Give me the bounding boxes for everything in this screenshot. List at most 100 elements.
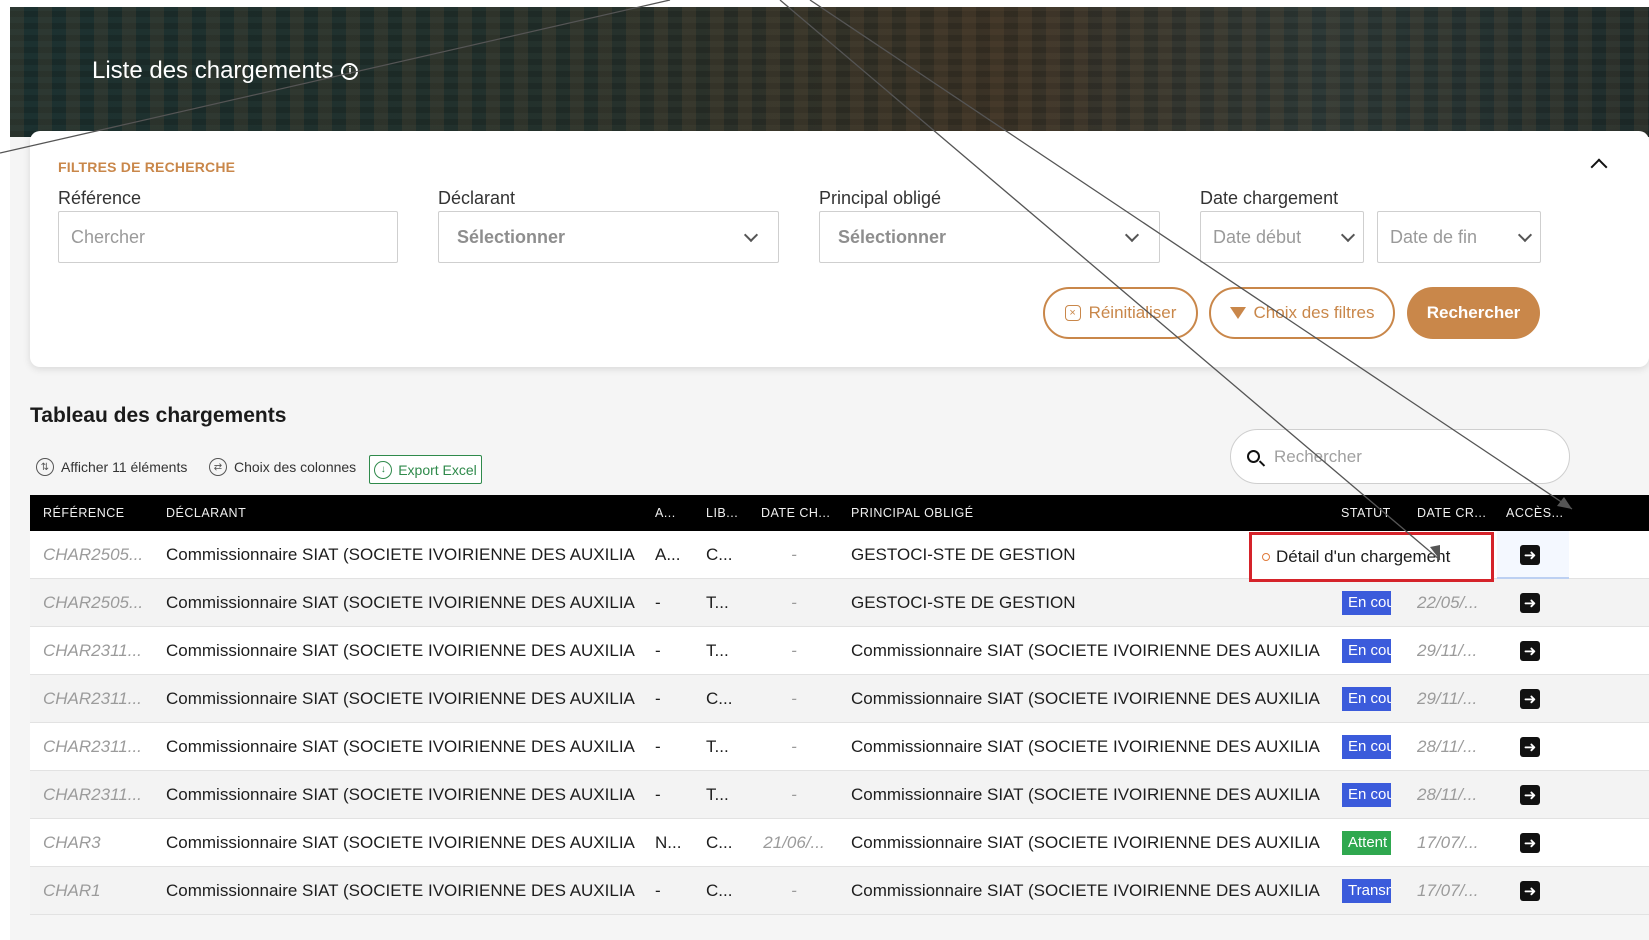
page-title: Liste des chargements i	[92, 57, 359, 85]
arrow-right-box-icon[interactable]: ➜	[1520, 785, 1540, 805]
cell-reference: CHAR2505...	[43, 593, 144, 612]
cell-principal: GESTOCI-STE DE GESTION	[851, 593, 1076, 612]
table-row[interactable]: CHAR2311... Commissionnaire SIAT (SOCIET…	[30, 723, 1649, 771]
columns-choice-button[interactable]: ⇄ Choix des colonnes	[209, 458, 356, 476]
table-row[interactable]: CHAR3 Commissionnaire SIAT (SOCIETE IVOI…	[30, 819, 1649, 867]
cell-libelle: T...	[706, 785, 729, 804]
arrow-right-box-icon[interactable]: ➜	[1520, 593, 1540, 613]
date-start-select[interactable]: Date début	[1200, 211, 1364, 263]
table-row[interactable]: CHAR1 Commissionnaire SIAT (SOCIETE IVOI…	[30, 867, 1649, 915]
sort-icon: ⇅	[36, 458, 54, 476]
cell-date-chargement: 21/06/...	[763, 833, 825, 852]
cell-date-chargement: -	[791, 545, 797, 564]
reset-icon: ×	[1064, 305, 1081, 321]
arrow-right-box-icon[interactable]: ➜	[1520, 545, 1540, 565]
cell-date-chargement: -	[791, 881, 797, 900]
cell-principal: Commissionnaire SIAT (SOCIETE IVOIRIENNE…	[851, 881, 1321, 900]
col-acces[interactable]: ACCÈS...	[1506, 506, 1564, 520]
cell-libelle: T...	[706, 737, 729, 756]
col-reference[interactable]: RÉFÉRENCE	[43, 506, 125, 520]
arrow-right-box-icon[interactable]: ➜	[1520, 833, 1540, 853]
status-badge: Attent	[1342, 831, 1391, 855]
cell-a: -	[655, 881, 661, 900]
download-icon: ↓	[374, 460, 393, 479]
col-declarant[interactable]: DÉCLARANT	[166, 506, 246, 520]
page: Liste des chargements i FILTRES DE RECHE…	[10, 7, 1649, 940]
cell-declarant: Commissionnaire SIAT (SOCIETE IVOIRIENNE…	[166, 881, 636, 900]
cell-date-chargement: -	[791, 689, 797, 708]
cell-declarant: Commissionnaire SIAT (SOCIETE IVOIRIENNE…	[166, 593, 636, 612]
table-row[interactable]: CHAR2505... Commissionnaire SIAT (SOCIET…	[30, 579, 1649, 627]
cell-libelle: T...	[706, 641, 729, 660]
table-row[interactable]: CHAR2311... Commissionnaire SIAT (SOCIET…	[30, 771, 1649, 819]
cell-libelle: C...	[706, 833, 733, 852]
status-badge: En cou	[1342, 687, 1391, 711]
table-header: RÉFÉRENCE DÉCLARANT A... LIB... DATE CH.…	[30, 495, 1649, 531]
date-label: Date chargement	[1200, 188, 1339, 208]
table-row[interactable]: CHAR2311... Commissionnaire SIAT (SOCIET…	[30, 627, 1649, 675]
col-libelle[interactable]: LIB...	[706, 506, 738, 520]
reference-input[interactable]: Chercher	[58, 211, 398, 263]
cell-date-chargement: -	[791, 785, 797, 804]
chevron-up-icon[interactable]	[1590, 158, 1608, 176]
status-badge: Transm	[1342, 879, 1391, 903]
cell-reference: CHAR2311...	[43, 689, 142, 708]
status-badge: En cou	[1342, 783, 1391, 807]
cell-principal: Commissionnaire SIAT (SOCIETE IVOIRIENNE…	[851, 641, 1321, 660]
arrow-right-box-icon[interactable]: ➜	[1520, 881, 1540, 901]
arrow-right-box-icon[interactable]: ➜	[1520, 689, 1540, 709]
cell-date-creation: 17/07/...	[1417, 833, 1479, 852]
col-statut[interactable]: STATUT	[1341, 506, 1391, 520]
cell-date-creation: 28/11/...	[1417, 737, 1478, 756]
cell-libelle: C...	[706, 689, 733, 708]
cell-reference: CHAR2505...	[43, 545, 144, 564]
col-principal[interactable]: PRINCIPAL OBLIGÉ	[851, 506, 974, 520]
status-badge: En cou	[1342, 639, 1391, 663]
cell-declarant: Commissionnaire SIAT (SOCIETE IVOIRIENNE…	[166, 833, 636, 852]
date-end-select[interactable]: Date de fin	[1377, 211, 1541, 263]
cell-declarant: Commissionnaire SIAT (SOCIETE IVOIRIENNE…	[166, 737, 636, 756]
cell-declarant: Commissionnaire SIAT (SOCIETE IVOIRIENNE…	[166, 689, 636, 708]
cell-date-chargement: -	[791, 737, 797, 756]
col-date-creation[interactable]: DATE CR...	[1417, 506, 1486, 520]
choose-filters-button[interactable]: Choix des filtres	[1209, 287, 1395, 339]
cell-principal: Commissionnaire SIAT (SOCIETE IVOIRIENNE…	[851, 785, 1321, 804]
cell-reference: CHAR1	[43, 881, 101, 900]
cell-a: A...	[655, 545, 681, 564]
info-icon[interactable]: i	[341, 62, 359, 80]
table-search-input[interactable]: Rechercher	[1230, 429, 1570, 484]
swap-icon: ⇄	[209, 458, 227, 476]
principal-select[interactable]: Sélectionner	[819, 211, 1160, 263]
cell-date-creation: 17/07/...	[1417, 881, 1479, 900]
cell-declarant: Commissionnaire SIAT (SOCIETE IVOIRIENNE…	[166, 545, 636, 564]
arrow-right-box-icon[interactable]: ➜	[1520, 737, 1540, 757]
arrow-right-box-icon[interactable]: ➜	[1520, 641, 1540, 661]
col-date-chargement[interactable]: DATE CH...	[761, 506, 830, 520]
col-a[interactable]: A...	[655, 506, 676, 520]
reset-button[interactable]: × Réinitialiser	[1043, 287, 1198, 339]
cell-reference: CHAR2311...	[43, 737, 142, 756]
principal-label: Principal obligé	[819, 188, 942, 208]
search-filters-panel: FILTRES DE RECHERCHE Référence Chercher …	[30, 131, 1649, 367]
table-row[interactable]: CHAR2311... Commissionnaire SIAT (SOCIET…	[30, 675, 1649, 723]
cell-reference: CHAR2311...	[43, 785, 142, 804]
cell-date-chargement: -	[791, 593, 797, 612]
cell-libelle: C...	[706, 881, 733, 900]
detail-tooltip: Détail d'un chargement	[1249, 532, 1494, 582]
show-count-button[interactable]: ⇅ Afficher 11 éléments	[36, 458, 187, 476]
header-banner: Liste des chargements i	[10, 7, 1649, 137]
chevron-down-icon	[743, 227, 759, 243]
chevron-down-icon	[1124, 227, 1140, 243]
cell-principal: Commissionnaire SIAT (SOCIETE IVOIRIENNE…	[851, 833, 1321, 852]
cell-libelle: T...	[706, 593, 729, 612]
search-icon	[1247, 450, 1260, 463]
cell-date-creation: 29/11/...	[1417, 689, 1478, 708]
export-excel-button[interactable]: ↓ Export Excel	[369, 455, 482, 484]
reference-label: Référence	[58, 188, 142, 208]
cell-libelle: C...	[706, 545, 733, 564]
cell-a: -	[655, 593, 661, 612]
bullet-icon	[1262, 553, 1270, 561]
search-button[interactable]: Rechercher	[1407, 287, 1540, 339]
declarant-select[interactable]: Sélectionner	[438, 211, 779, 263]
cell-a: -	[655, 641, 661, 660]
